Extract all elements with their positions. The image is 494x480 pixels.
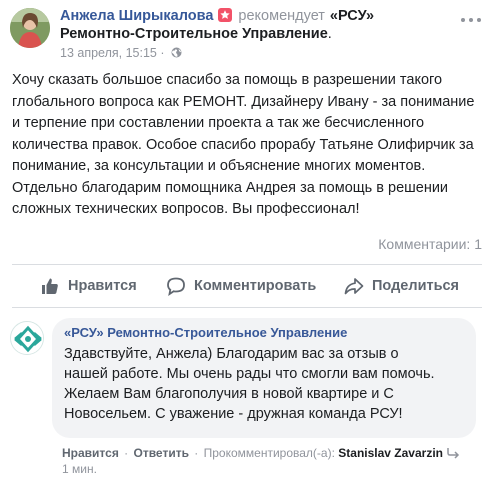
post-timestamp[interactable]: 13 апреля, 15:15 bbox=[60, 46, 157, 60]
page-avatar[interactable] bbox=[10, 321, 44, 355]
comment-bubble: «РСУ» Ремонтно-Строительное Управление З… bbox=[52, 318, 476, 438]
comment-button[interactable]: Комментировать bbox=[166, 266, 316, 306]
comments-count[interactable]: Комментарии: 1 bbox=[378, 235, 482, 253]
comment-bubble-icon bbox=[166, 276, 186, 296]
comment-reply-link[interactable]: Ответить bbox=[134, 446, 189, 460]
comment-author[interactable]: «РСУ» Ремонтно-Строительное Управление bbox=[64, 325, 464, 341]
post-header: Анжела Ширыкалова рекомендует «РСУ» Ремонт… bbox=[10, 4, 484, 60]
title-period: . bbox=[327, 26, 332, 42]
author-avatar[interactable] bbox=[10, 8, 50, 48]
share-arrow-icon bbox=[344, 276, 364, 296]
comment-time[interactable]: 1 мин. bbox=[62, 461, 97, 477]
more-options-icon[interactable] bbox=[460, 12, 482, 28]
recommends-label: рекомендует bbox=[238, 8, 325, 24]
comment-label: Комментировать bbox=[194, 278, 317, 294]
header-title-line: Анжела Ширыкалова рекомендует «РСУ» bbox=[60, 7, 374, 25]
comment-text: Здавствуйте, Анжела) Благодарим вас за о… bbox=[64, 346, 435, 422]
page-name-short[interactable]: «РСУ» bbox=[330, 8, 374, 24]
header-title-line-2: Ремонтно-Строительное Управление. bbox=[60, 25, 332, 43]
divider-bottom bbox=[12, 307, 482, 308]
recommend-star-icon bbox=[218, 8, 233, 22]
reply-arrow-icon bbox=[447, 447, 461, 459]
post-actions: Нравится Комментировать Поделиться bbox=[0, 266, 494, 306]
like-button[interactable]: Нравится bbox=[40, 266, 137, 306]
commenter-name[interactable]: Stanislav Zavarzin bbox=[338, 446, 443, 460]
thumbs-up-icon bbox=[40, 276, 60, 296]
share-label: Поделиться bbox=[372, 278, 460, 294]
meta-separator: · bbox=[156, 46, 168, 60]
review-post: Анжела Ширыкалова рекомендует «РСУ» Ремонт… bbox=[0, 0, 494, 480]
globe-icon bbox=[171, 46, 182, 58]
page-name-full[interactable]: Ремонтно-Строительное Управление bbox=[60, 26, 328, 42]
share-button[interactable]: Поделиться bbox=[344, 266, 459, 306]
divider-top bbox=[12, 264, 482, 265]
like-label: Нравится bbox=[68, 278, 137, 294]
author-name[interactable]: Анжела Ширыкалова bbox=[60, 8, 213, 24]
comment-like-link[interactable]: Нравится bbox=[62, 446, 119, 460]
comment-actions: Нравится · Ответить · Прокомментировал(-… bbox=[62, 445, 461, 461]
post-meta: 13 апреля, 15:15 · bbox=[60, 45, 182, 61]
commented-by-label: Прокомментировал(-а): bbox=[203, 446, 335, 460]
post-body-text: Хочу сказать большое спасибо за помощь в… bbox=[12, 72, 475, 217]
